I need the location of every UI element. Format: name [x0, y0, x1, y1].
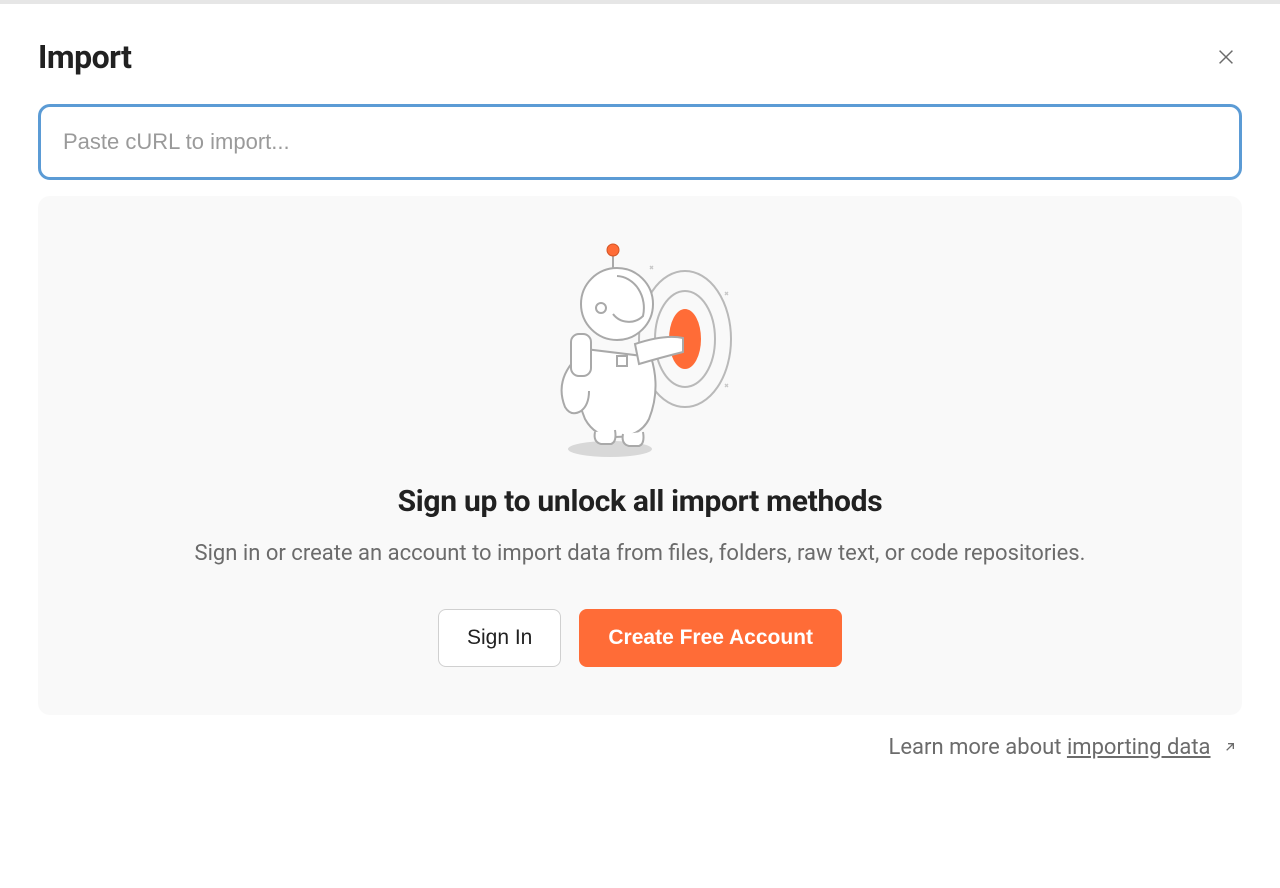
learn-more-prefix: Learn more about	[889, 735, 1067, 760]
curl-input-container[interactable]	[38, 104, 1242, 180]
modal-header: Import	[38, 38, 1242, 76]
curl-input[interactable]	[63, 129, 1217, 155]
sign-in-button[interactable]: Sign In	[438, 609, 561, 667]
learn-more-footer: Learn more about importing data	[38, 735, 1242, 761]
close-icon	[1215, 46, 1237, 68]
modal-title: Import	[38, 38, 131, 76]
external-link-icon	[1222, 736, 1238, 761]
importing-data-link[interactable]: importing data	[1067, 735, 1211, 760]
import-modal: Import	[0, 4, 1280, 761]
create-account-button[interactable]: Create Free Account	[579, 609, 842, 667]
promo-body: Sign in or create an account to import d…	[190, 537, 1090, 571]
promo-heading: Sign up to unlock all import methods	[78, 484, 1202, 519]
astronaut-portal-illustration	[525, 234, 755, 464]
close-button[interactable]	[1210, 41, 1242, 73]
signup-promo-panel: Sign up to unlock all import methods Sig…	[38, 196, 1242, 715]
promo-actions: Sign In Create Free Account	[78, 609, 1202, 667]
